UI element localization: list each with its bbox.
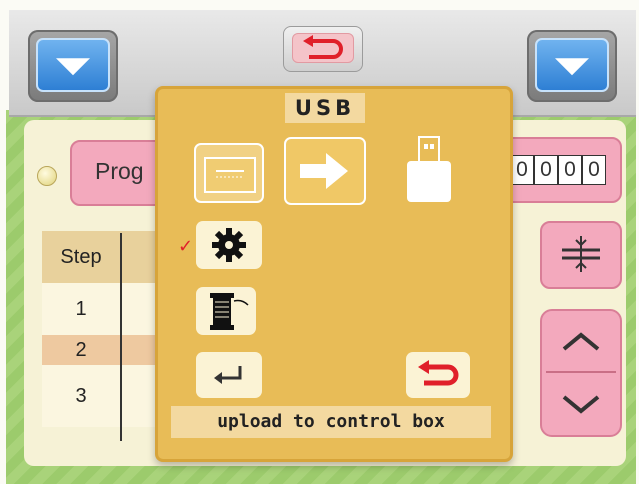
enter-button[interactable]	[196, 352, 262, 398]
program-label: Prog	[95, 158, 144, 184]
triangle-down-icon	[555, 58, 589, 76]
program-radio[interactable]	[37, 166, 57, 186]
up-down-control	[540, 309, 622, 437]
dialog-return-button[interactable]	[406, 352, 470, 398]
step-number: 1	[75, 297, 87, 320]
thread-spool-button[interactable]	[196, 287, 256, 335]
dialog-title: USB	[285, 93, 365, 123]
arrow-right-icon[interactable]	[284, 137, 366, 205]
return-arrow-icon	[418, 360, 459, 386]
control-panel-icon[interactable]	[194, 143, 264, 203]
enter-icon	[214, 366, 242, 384]
center-align-button[interactable]	[540, 221, 622, 289]
counter-digit: 0	[582, 155, 606, 185]
chevron-up-icon[interactable]	[542, 311, 620, 371]
table-divider	[120, 233, 122, 441]
thread-spool-icon	[210, 293, 249, 330]
right-dropdown-button[interactable]	[527, 30, 617, 102]
counter-digit: 0	[534, 155, 558, 185]
step-number: 3	[75, 384, 87, 407]
gear-button[interactable]	[196, 221, 262, 269]
return-arrow-icon	[303, 35, 343, 59]
chevron-down-icon[interactable]	[542, 373, 620, 433]
usb-drive-icon[interactable]	[407, 136, 451, 202]
center-align-icon	[562, 236, 600, 272]
gear-icon	[212, 228, 246, 262]
left-dropdown-button[interactable]	[28, 30, 118, 102]
triangle-down-icon	[56, 58, 90, 76]
counter-digit: 0	[510, 155, 534, 185]
program-counter: 0 0 0 0	[500, 137, 622, 203]
step-header: Step	[60, 245, 102, 268]
status-message: upload to control box	[171, 406, 491, 438]
counter-digit: 0	[558, 155, 582, 185]
screen: Prog 0 0 0 0 Step 1 2 3 USB ✓ upload to …	[0, 0, 639, 484]
top-return-button[interactable]	[283, 26, 363, 72]
step-number: 2	[75, 338, 87, 361]
selected-check-icon: ✓	[178, 236, 194, 257]
